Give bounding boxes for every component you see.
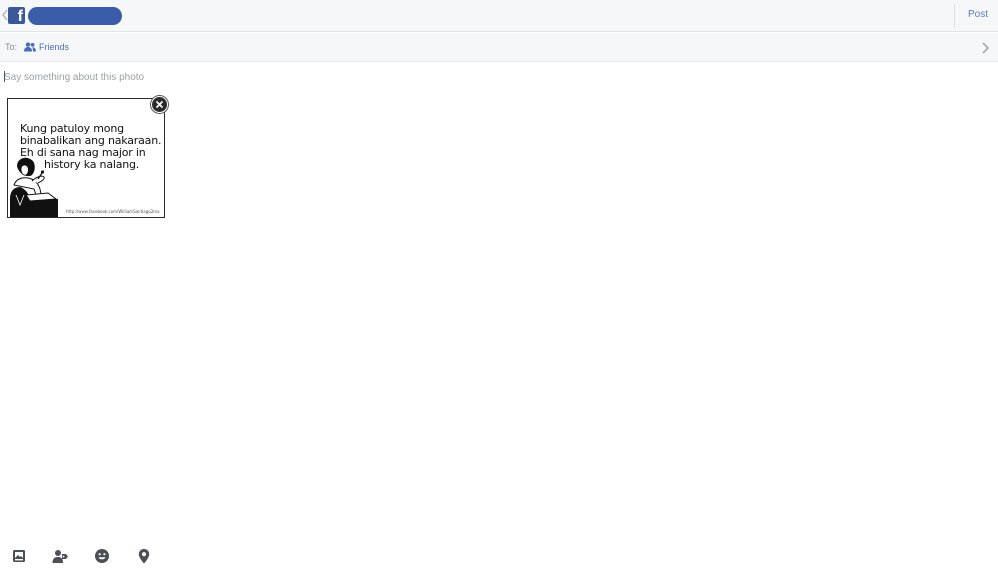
friends-icon (24, 42, 36, 52)
status-text-input[interactable] (4, 68, 984, 86)
to-label: To: (5, 42, 18, 52)
tag-people-icon[interactable] (52, 548, 68, 564)
account-name-pill (28, 7, 122, 25)
audience-row[interactable]: To: Friends (0, 33, 998, 62)
facebook-logo-icon[interactable]: f (8, 7, 25, 25)
composer-toolbar (0, 544, 998, 571)
location-pin-icon[interactable] (136, 548, 152, 564)
top-bar: f Post (0, 0, 998, 32)
close-icon[interactable] (151, 96, 168, 113)
chevron-right-icon[interactable] (980, 41, 990, 55)
text-caret (4, 71, 5, 82)
attached-photo[interactable]: Kung patuloy mong binabalikan ang nakara… (7, 98, 165, 218)
person-illustration (10, 157, 58, 217)
facebook-logo-glyph: f (17, 8, 23, 25)
smiley-icon[interactable] (94, 548, 110, 564)
audience-label[interactable]: Friends (39, 42, 69, 52)
photo-watermark: http://www.facebook.com/WilliamSantiago2… (66, 209, 160, 214)
divider (954, 4, 955, 28)
photo-icon[interactable] (11, 548, 27, 564)
post-composer-screen: f Post To: Friends Kung patuloy mong bin… (0, 0, 998, 571)
post-button[interactable]: Post (968, 9, 988, 20)
